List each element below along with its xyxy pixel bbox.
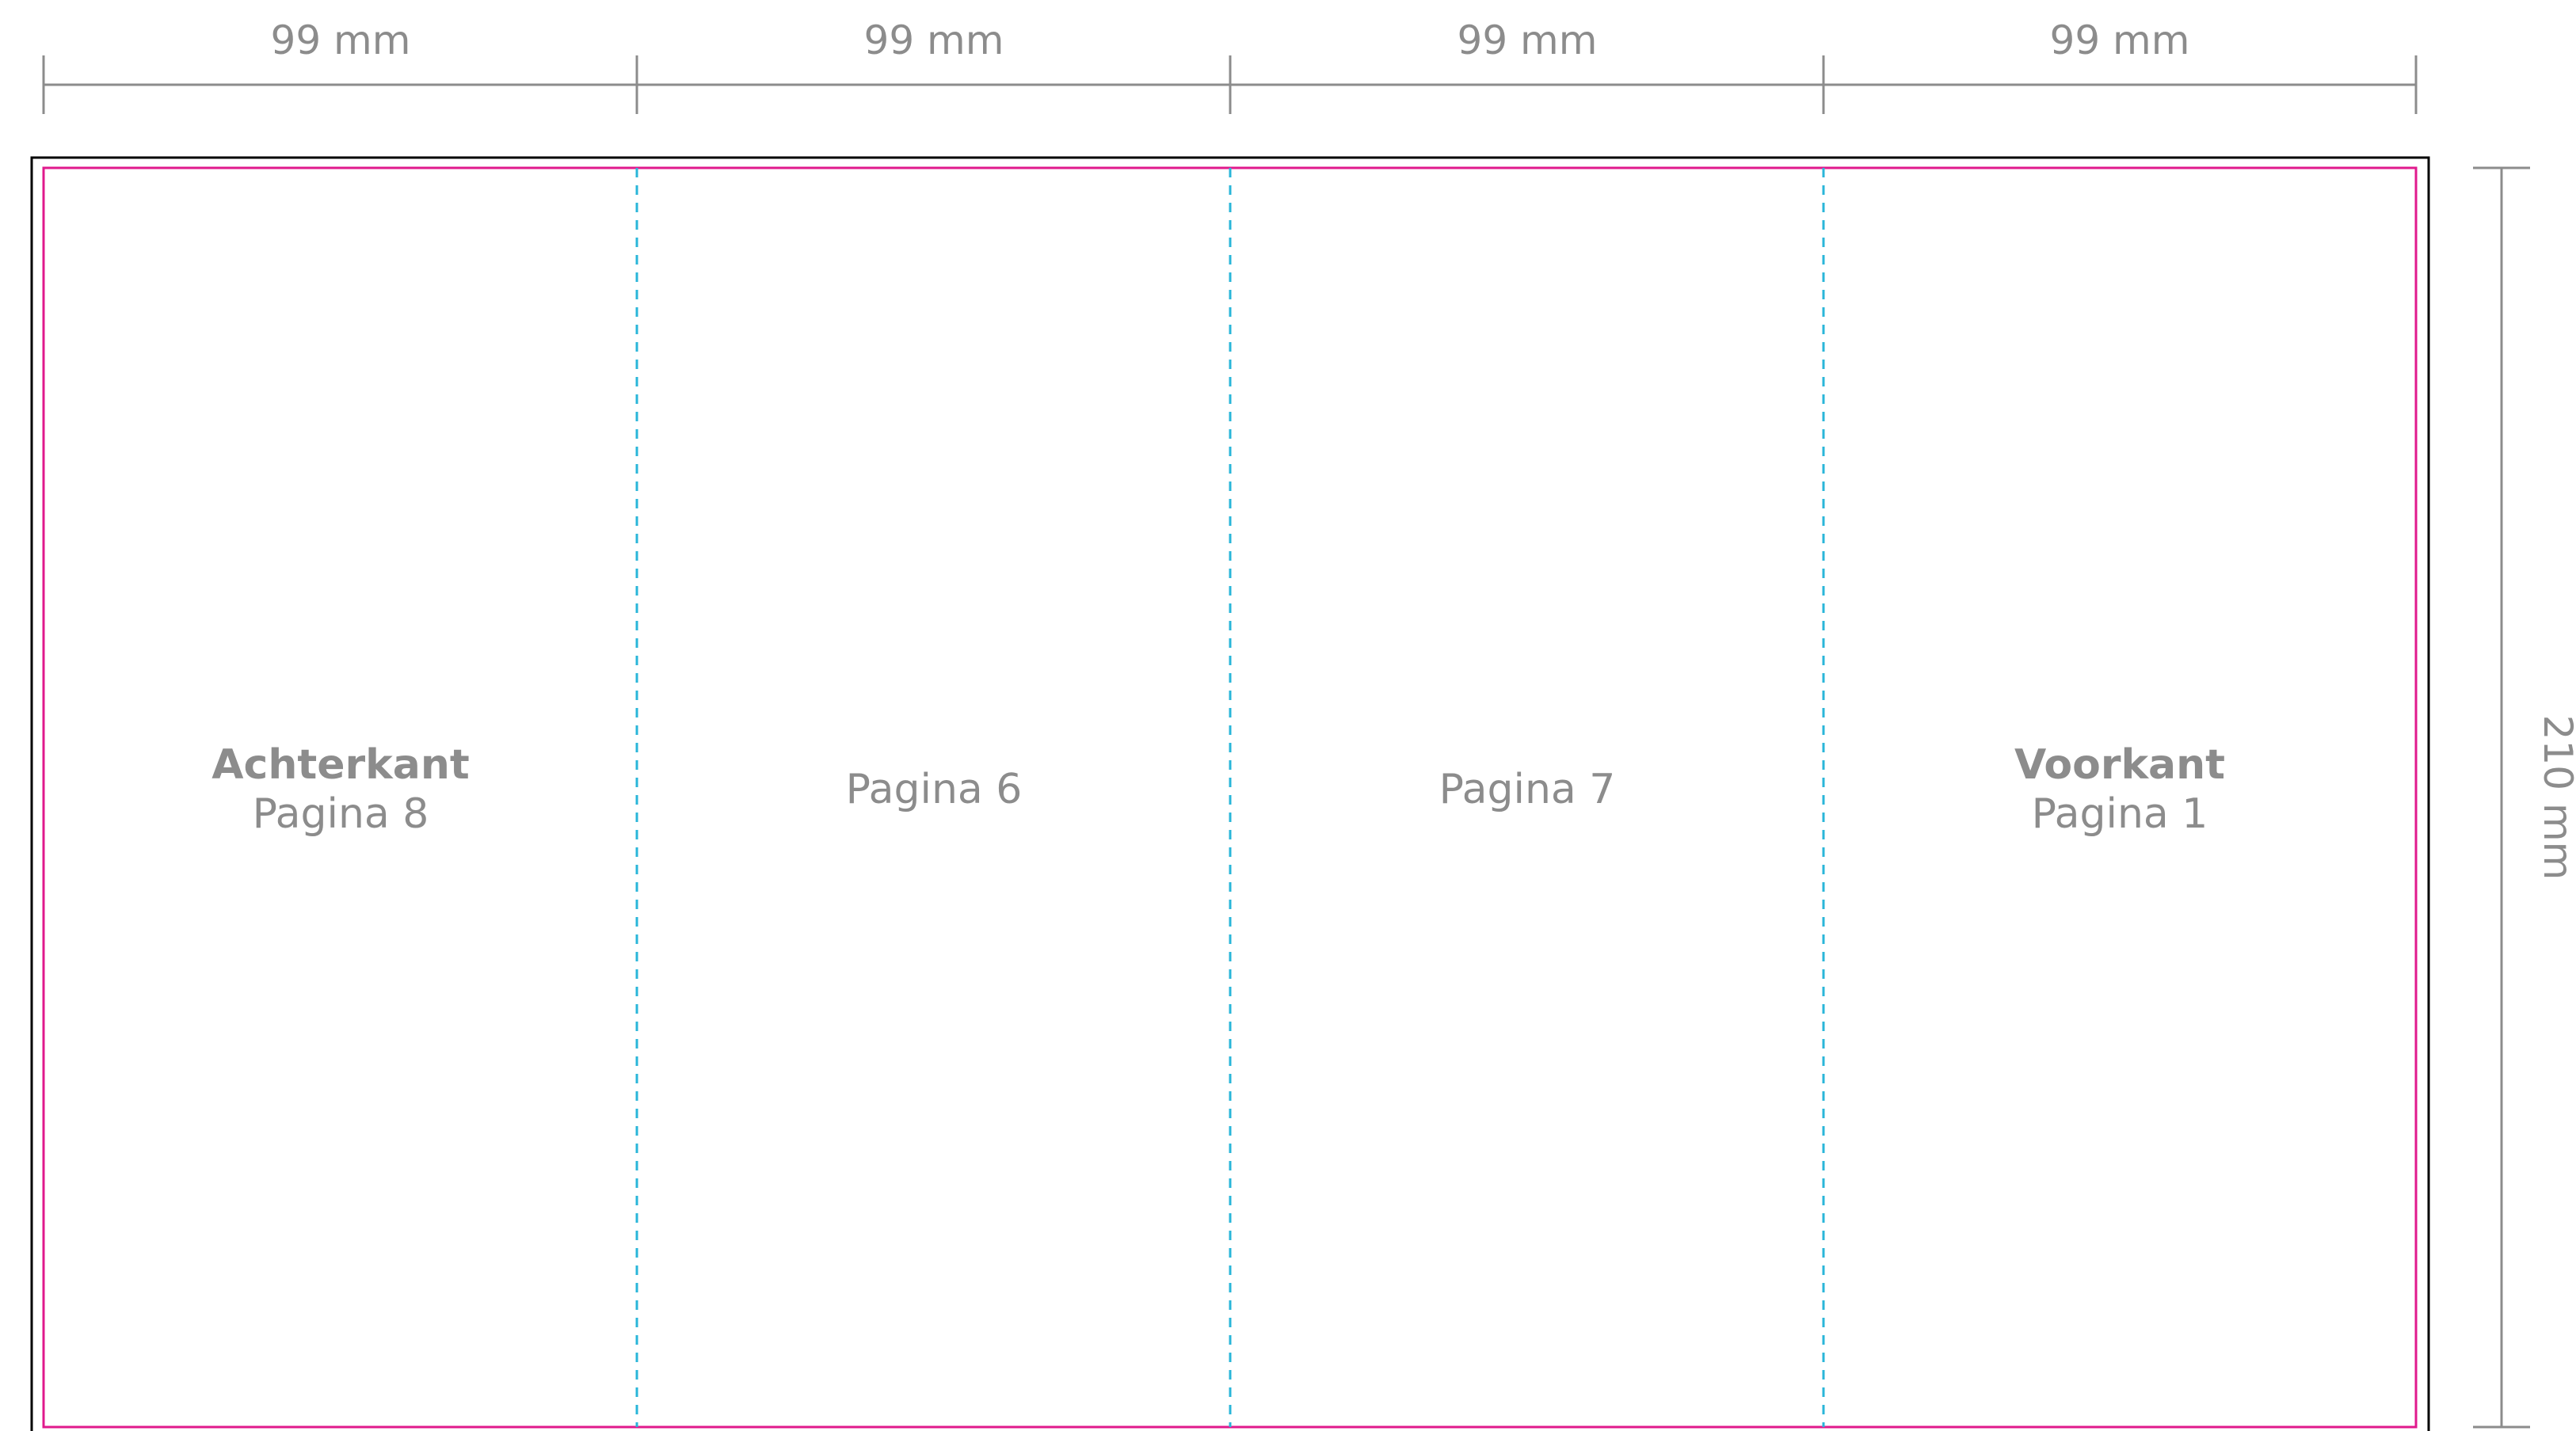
folder-layout-diagram: 99 mm 99 mm 99 mm 99 mm 210 mm Achterkan… — [30, 17, 2576, 1431]
width-dimension-line: 99 mm 99 mm 99 mm 99 mm — [42, 17, 2418, 114]
panel-title: Achterkant — [211, 741, 469, 789]
panel-front: Voorkant Pagina 1 — [2014, 741, 2225, 838]
panel-title: Voorkant — [2014, 741, 2225, 789]
panel-page-label: Pagina 8 — [253, 790, 429, 838]
height-label: 210 mm — [2535, 715, 2576, 881]
height-dimension-line: 210 mm — [2473, 166, 2576, 1429]
fold-lines — [635, 168, 1825, 1427]
width-label-1: 99 mm — [271, 17, 411, 63]
panel-page-label: Pagina 1 — [2032, 790, 2208, 838]
panel-page-label: Pagina 6 — [846, 766, 1023, 813]
width-label-3: 99 mm — [1458, 17, 1598, 63]
panel-page-label: Pagina 7 — [1439, 766, 1616, 813]
width-label-2: 99 mm — [864, 17, 1004, 63]
width-label-4: 99 mm — [2050, 17, 2190, 63]
panel-back: Achterkant Pagina 8 — [211, 741, 469, 838]
panel-inner-right: Pagina 7 — [1439, 766, 1616, 813]
panel-inner-left: Pagina 6 — [846, 766, 1023, 813]
